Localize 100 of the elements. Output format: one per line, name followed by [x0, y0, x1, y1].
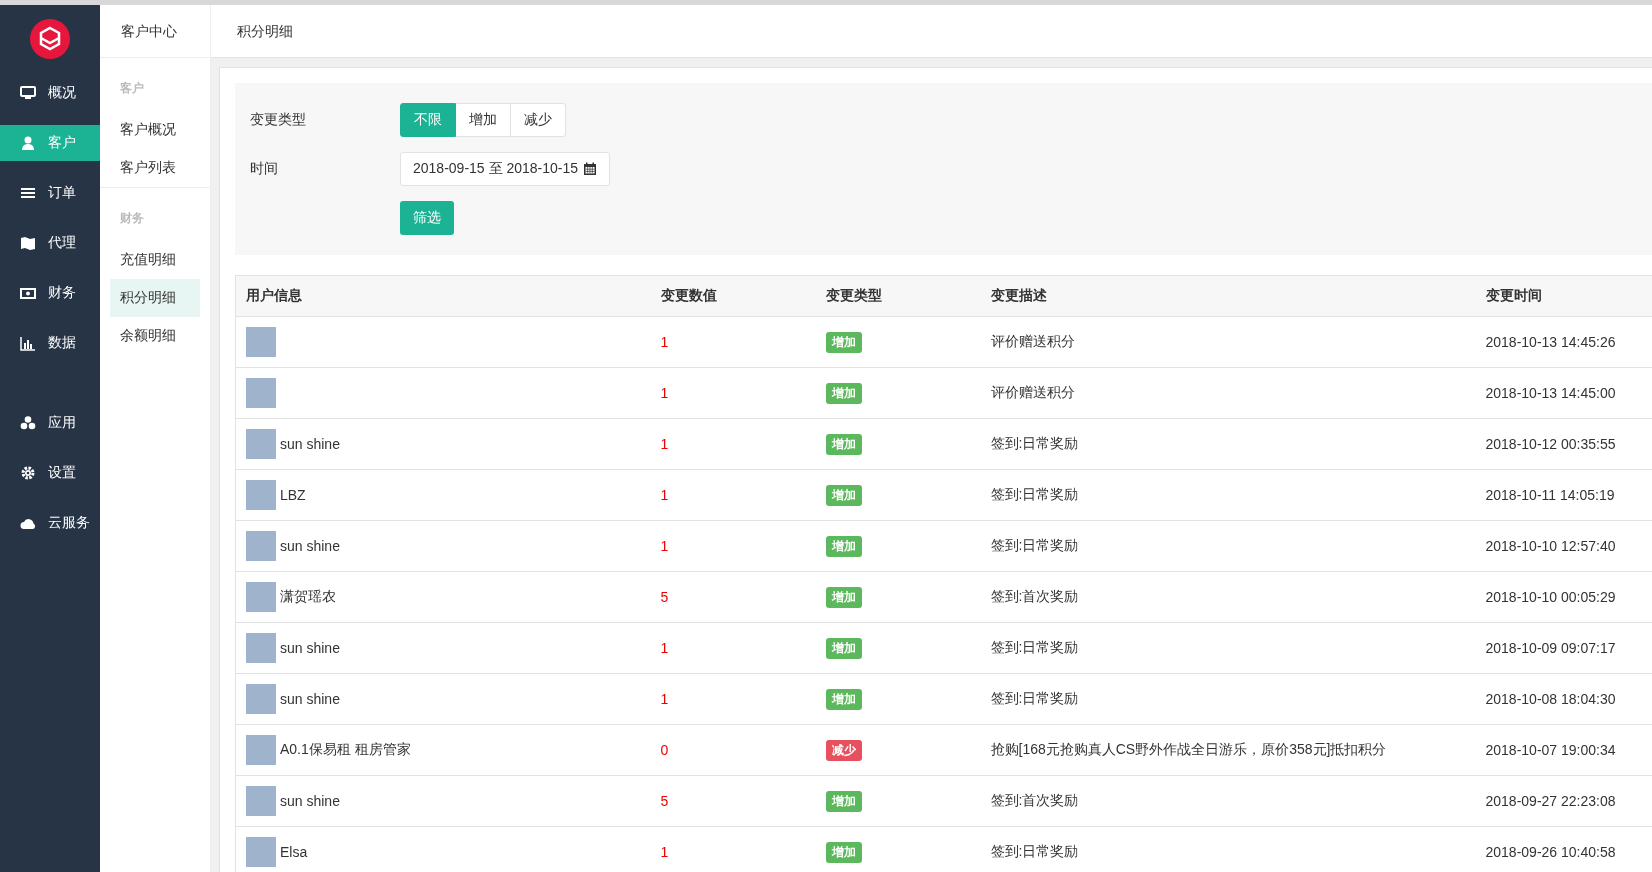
nav-label: 应用	[48, 414, 76, 432]
type-tag: 增加	[825, 484, 862, 506]
change-description: 签到:首次奖励	[990, 588, 1079, 604]
person-icon	[20, 135, 36, 151]
nav-item[interactable]: 应用	[0, 405, 100, 441]
type-tag: 增加	[825, 637, 862, 659]
filter-option[interactable]: 增加	[456, 103, 511, 137]
change-time: 2018-10-10 12:57:40	[1485, 538, 1616, 554]
page-title: 积分明细	[237, 23, 293, 39]
change-value: 1	[660, 385, 669, 401]
column-header: 用户信息	[235, 275, 651, 317]
nav-item[interactable]: 代理	[0, 225, 100, 261]
type-tag: 增加	[825, 790, 862, 812]
group-heading: 财务	[119, 210, 145, 227]
avatar-placeholder	[246, 786, 276, 816]
nav-item[interactable]: 云服务	[0, 505, 100, 541]
nav-label: 云服务	[48, 514, 90, 532]
bar-chart-icon	[20, 335, 36, 351]
field-label: 时间	[250, 160, 279, 178]
change-time: 2018-10-10 00:05:29	[1485, 589, 1616, 605]
change-time: 2018-10-09 09:07:17	[1485, 640, 1616, 656]
type-tag: 增加	[825, 841, 862, 863]
avatar-placeholder	[246, 582, 276, 612]
nav-label: 概况	[48, 84, 76, 102]
change-time: 2018-10-08 18:04:30	[1485, 691, 1616, 707]
nav-item[interactable]: 数据	[0, 325, 100, 361]
type-tag: 增加	[825, 688, 862, 710]
type-tag: 增加	[825, 586, 862, 608]
avatar-placeholder	[246, 480, 276, 510]
column-header: 变更描述	[980, 275, 1476, 317]
type-tag: 增加	[825, 433, 862, 455]
change-value: 1	[660, 691, 669, 707]
change-description: 评价赠送积分	[990, 384, 1075, 400]
nav-item[interactable]: 概况	[0, 75, 100, 111]
section-title: 客户中心	[100, 5, 210, 58]
nav-item[interactable]: 订单	[0, 175, 100, 211]
change-time: 2018-10-07 19:00:34	[1485, 742, 1616, 758]
field-label: 变更类型	[250, 111, 307, 129]
change-time: 2018-09-26 10:40:58	[1485, 844, 1616, 860]
column-header: 变更数值	[650, 275, 816, 317]
change-description: 评价赠送积分	[990, 333, 1075, 349]
change-time: 2018-10-12 00:35:55	[1485, 436, 1616, 452]
change-description: 签到:日常奖励	[990, 486, 1079, 502]
change-description: 签到:日常奖励	[990, 690, 1079, 706]
user-name: A0.1保易租 租房管家	[280, 741, 411, 759]
monitor-icon	[20, 85, 36, 101]
change-time: 2018-09-27 22:23:08	[1485, 793, 1616, 809]
map-icon	[20, 235, 36, 251]
banknote-icon	[20, 285, 36, 301]
nav-item[interactable]: 财务	[0, 275, 100, 311]
change-value: 1	[660, 538, 669, 554]
circles-icon	[20, 415, 36, 431]
change-value: 1	[660, 334, 669, 350]
calendar-icon	[583, 162, 597, 176]
subnav-item[interactable]: 余额明细	[110, 317, 200, 355]
user-name: sun shine	[280, 436, 340, 452]
user-name: 潇贺瑶农	[280, 588, 336, 606]
type-tag: 增加	[825, 535, 862, 557]
nav-label: 设置	[48, 464, 76, 482]
avatar-placeholder	[246, 735, 276, 765]
user-name: sun shine	[280, 691, 340, 707]
type-tag: 增加	[825, 331, 862, 353]
change-time: 2018-10-13 14:45:00	[1485, 385, 1616, 401]
subnav-item[interactable]: 充值明细	[110, 241, 200, 279]
subnav-item[interactable]: 客户概况	[110, 111, 200, 149]
change-description: 签到:日常奖励	[990, 639, 1079, 655]
logo-icon	[30, 19, 70, 59]
user-name: sun shine	[280, 793, 340, 809]
change-value: 1	[660, 844, 669, 860]
change-description: 签到:日常奖励	[990, 435, 1079, 451]
type-tag: 增加	[825, 382, 862, 404]
group-heading: 客户	[119, 80, 145, 97]
change-time: 2018-10-11 14:05:19	[1485, 487, 1615, 503]
type-tag: 减少	[825, 739, 862, 761]
column-header: 变更时间	[1475, 275, 1652, 317]
nav-item[interactable]: 设置	[0, 455, 100, 491]
column-header: 变更类型	[815, 275, 981, 317]
subnav-item[interactable]: 积分明细	[110, 279, 200, 317]
change-value: 5	[660, 793, 669, 809]
avatar-placeholder	[246, 378, 276, 408]
avatar-placeholder	[246, 531, 276, 561]
avatar-placeholder	[246, 327, 276, 357]
change-description: 抢购[168元抢购真人CS野外作战全日游乐，原价358元]抵扣积分	[990, 741, 1387, 757]
date-range-field[interactable]: 2018-09-15 至 2018-10-15	[400, 152, 610, 186]
subnav-item[interactable]: 客户列表	[110, 149, 200, 187]
change-time: 2018-10-13 14:45:26	[1485, 334, 1616, 350]
nav-label: 订单	[48, 184, 76, 202]
filter-option[interactable]: 减少	[511, 103, 566, 137]
change-description: 签到:首次奖励	[990, 792, 1079, 808]
avatar-placeholder	[246, 837, 276, 867]
change-value: 1	[660, 640, 669, 656]
avatar-placeholder	[246, 429, 276, 459]
change-description: 签到:日常奖励	[990, 537, 1079, 553]
avatar-placeholder	[246, 684, 276, 714]
nav-label: 代理	[48, 234, 76, 252]
change-description: 签到:日常奖励	[990, 843, 1079, 859]
avatar-placeholder	[246, 633, 276, 663]
user-name: sun shine	[280, 640, 340, 656]
nav-label: 数据	[48, 334, 76, 352]
user-name: LBZ	[280, 487, 306, 503]
